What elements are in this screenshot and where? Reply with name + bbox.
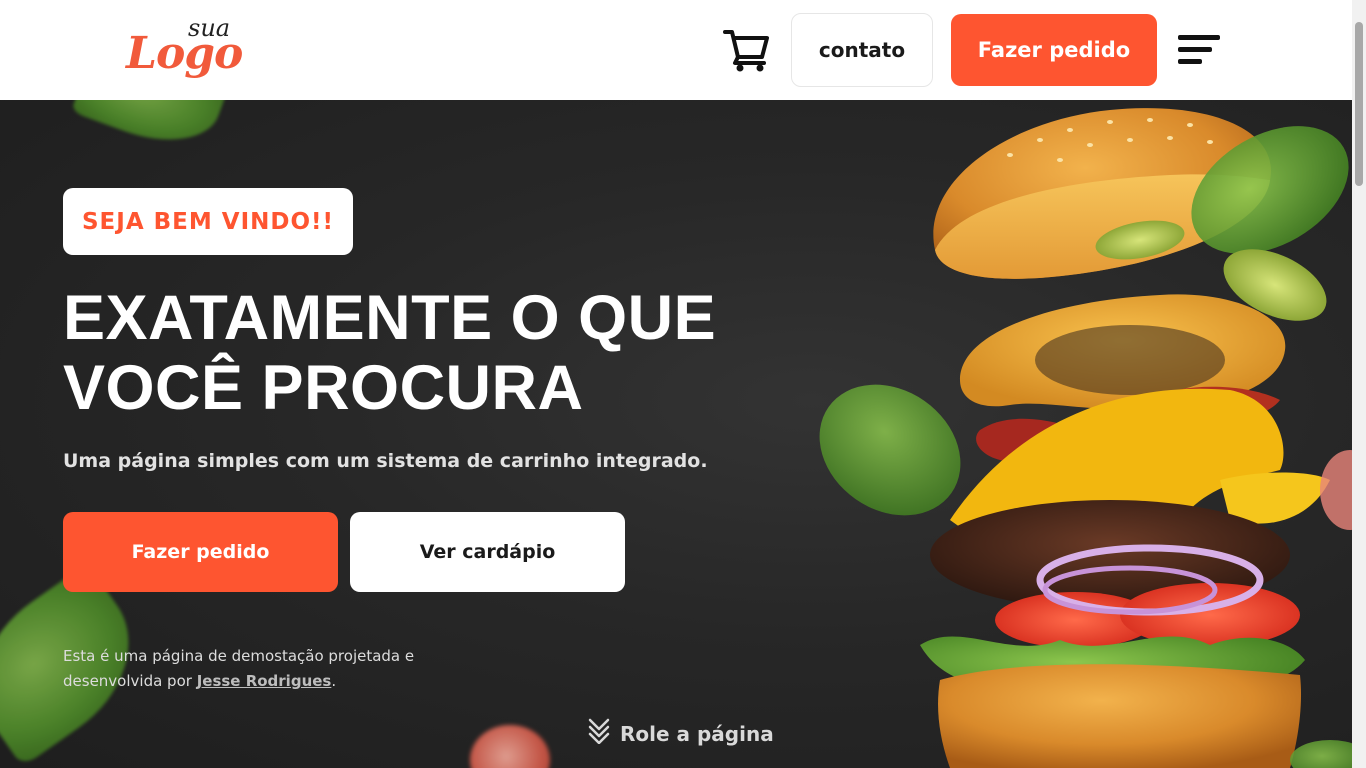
page-scrollbar[interactable]: [1352, 0, 1366, 768]
hero-headline: EXATAMENTE O QUE VOCÊ PROCURA: [63, 283, 763, 423]
contact-button[interactable]: contato: [791, 13, 933, 87]
logo-text: Logo: [126, 28, 243, 79]
site-header: sua Logo contato Fazer pedido: [0, 0, 1352, 100]
welcome-badge: SEJA BEM VINDO!!: [63, 188, 353, 255]
hero-section: SEJA BEM VINDO!! EXATAMENTE O QUE VOCÊ P…: [0, 100, 1352, 768]
double-chevron-down-icon: [588, 718, 610, 749]
header-order-button[interactable]: Fazer pedido: [951, 14, 1157, 86]
author-link[interactable]: Jesse Rodrigues: [197, 672, 332, 690]
scrollbar-thumb[interactable]: [1355, 22, 1363, 186]
hero-subtitle: Uma página simples com um sistema de car…: [63, 450, 708, 472]
credit-suffix: .: [331, 672, 337, 690]
shopping-cart-icon[interactable]: [722, 27, 770, 73]
credit-text: Esta é uma página de demostação projetad…: [63, 644, 483, 694]
tomato-slice-decoration: [470, 725, 550, 768]
lettuce-leaf-decoration: [70, 100, 230, 160]
scroll-hint[interactable]: Role a página: [588, 718, 774, 749]
burger-image: [810, 100, 1352, 768]
menu-button[interactable]: Ver cardápio: [350, 512, 625, 592]
scroll-label: Role a página: [620, 721, 774, 746]
headline-line-1: EXATAMENTE O QUE: [63, 283, 717, 353]
headline-line-2: VOCÊ PROCURA: [63, 353, 584, 423]
order-button[interactable]: Fazer pedido: [63, 512, 338, 592]
hamburger-menu-icon[interactable]: [1178, 33, 1224, 67]
logo[interactable]: sua Logo: [126, 14, 246, 88]
